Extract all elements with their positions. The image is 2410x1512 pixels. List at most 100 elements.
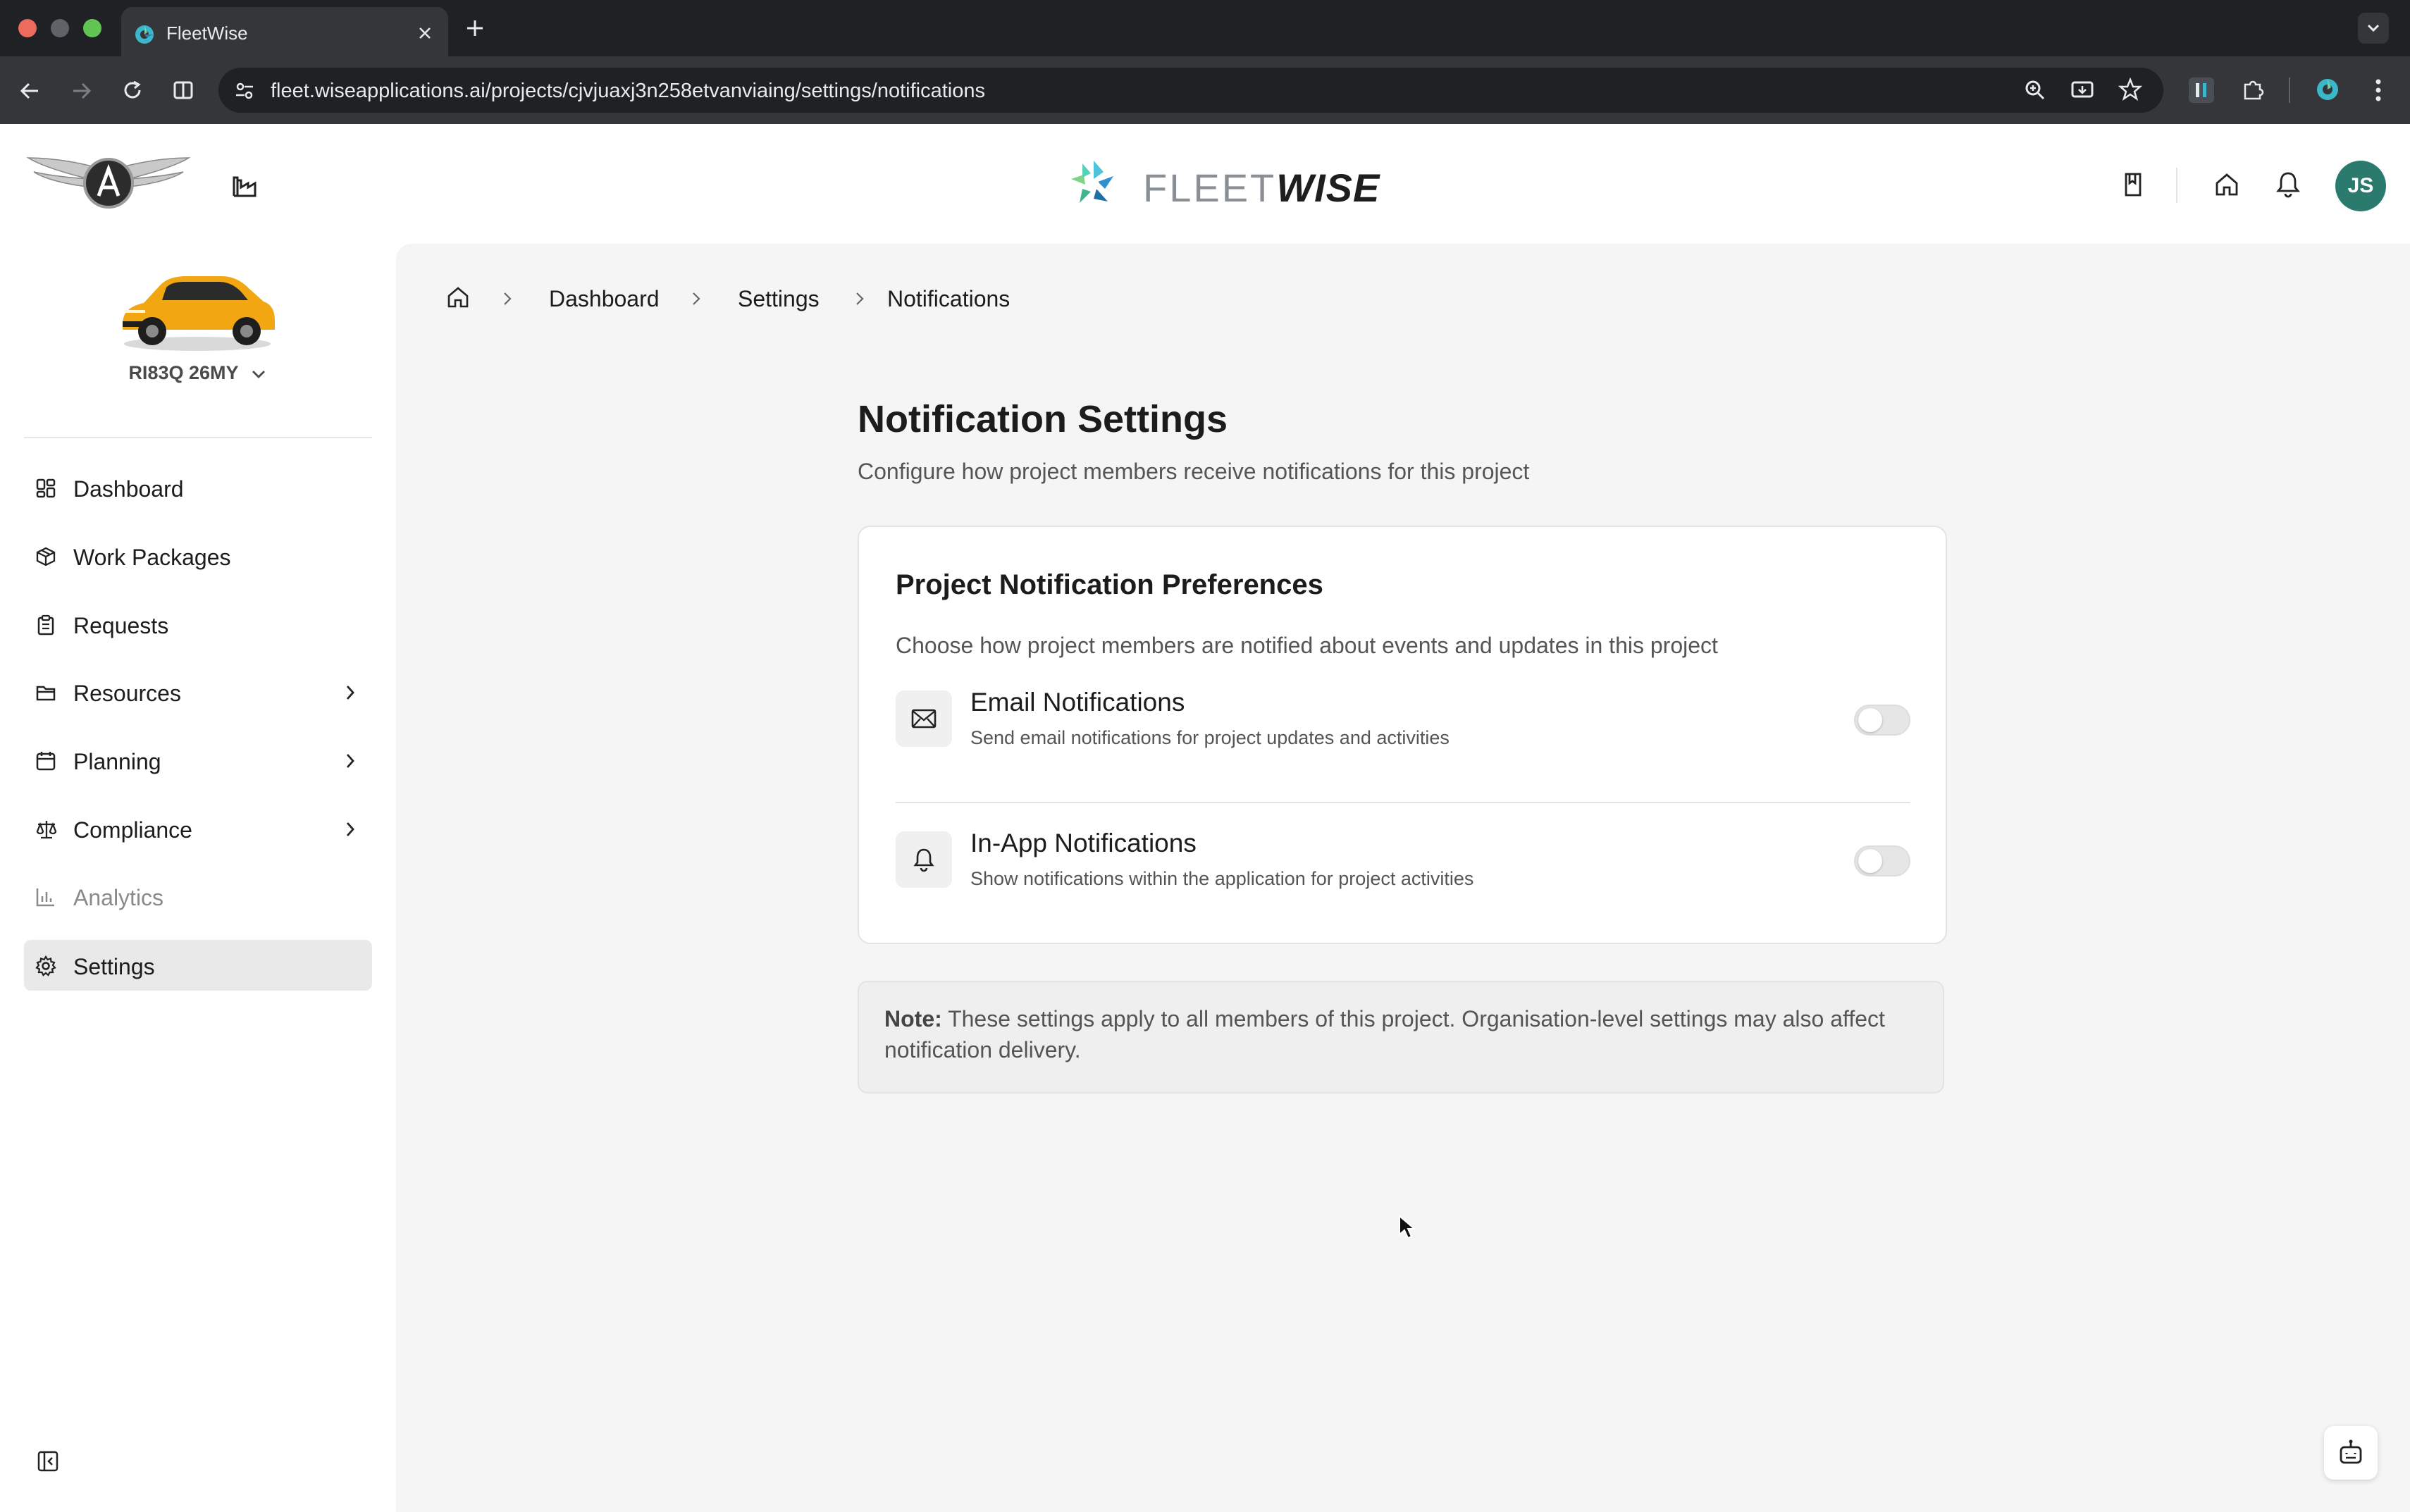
vehicle-name: RI83Q 26MY [128,362,239,383]
puzzle-extensions-icon[interactable] [2241,78,2265,101]
sidebar-item-label: Analytics [73,885,164,910]
note-label: Note: [884,1006,942,1031]
profile-fleetwise-icon[interactable] [2316,78,2340,101]
toggle-knob [1858,849,1882,873]
winged-a-logo[interactable] [25,151,192,214]
note-box: Note: These settings apply to all member… [858,981,1944,1093]
back-arrow-icon[interactable] [18,80,41,101]
dashboard-icon [36,478,56,498]
address-bar[interactable]: fleet.wiseapplications.ai/projects/cjvju… [218,68,2163,113]
sidebar-item-requests[interactable]: Requests [24,599,372,650]
main-content: Dashboard Settings Notifications Notific… [396,244,2410,1512]
assistant-bot-button[interactable] [2324,1426,2378,1480]
sidebar-item-analytics[interactable]: Analytics [24,871,372,922]
bell-icon-box [896,831,952,888]
sidebar-item-compliance[interactable]: Compliance [24,803,372,854]
sidebar-item-work-packages[interactable]: Work Packages [24,531,372,581]
factory-icon[interactable] [231,172,258,199]
chevron-right-icon [504,292,512,305]
extension-icon[interactable] [2189,78,2214,103]
bar-chart-icon [36,888,54,907]
site-settings-icon[interactable] [234,80,255,101]
note-body: These settings apply to all members of t… [884,1006,1885,1062]
email-notifications-toggle[interactable] [1854,705,1910,736]
bookmark-star-icon[interactable] [2118,78,2142,101]
fleetwise-favicon-icon [135,25,154,44]
collapse-sidebar-icon[interactable] [37,1450,59,1473]
book-icon[interactable] [2121,171,2145,199]
split-view-icon[interactable] [172,79,194,101]
sidebar-item-label: Dashboard [73,476,184,502]
package-icon [36,547,56,566]
user-avatar[interactable]: JS [2335,161,2386,211]
card-description: Choose how project members are notified … [896,633,1718,658]
browser-toolbar: fleet.wiseapplications.ai/projects/cjvju… [0,56,2410,124]
browser-tab-bar: FleetWise [0,0,2410,56]
sidebar-item-label: Settings [73,954,155,979]
sidebar-item-label: Compliance [73,817,192,843]
pref-title: Email Notifications [970,688,1185,717]
vehicle-selector[interactable]: RI83Q 26MY [0,362,395,384]
gear-icon [35,955,56,977]
card-title: Project Notification Preferences [896,569,1323,600]
mouse-cursor-icon [1399,1215,1416,1239]
sidebar-item-label: Planning [73,749,161,774]
home-icon[interactable] [2213,171,2241,199]
sidebar-item-dashboard[interactable]: Dashboard [24,462,372,513]
forward-arrow-icon[interactable] [70,80,93,101]
chevron-down-icon [2367,24,2380,32]
app-header: FLEETWISE JS [0,124,2410,244]
browser-menu-icon[interactable] [2368,78,2389,103]
bell-icon [913,848,934,872]
breadcrumb-dashboard[interactable]: Dashboard [549,286,660,312]
minimize-window-button[interactable] [51,19,69,37]
browser-tab[interactable]: FleetWise [121,7,448,56]
sidebar-divider [24,437,372,438]
reload-icon[interactable] [121,79,144,101]
sidebar-item-planning[interactable]: Planning [24,735,372,786]
in-app-notifications-row: In-App Notifications Show notifications … [896,824,1910,902]
sidebar-item-resources[interactable]: Resources [24,667,372,717]
sidebar: RI83Q 26MY Dashboard Work Packages Reque… [0,244,395,1512]
breadcrumb-home-icon[interactable] [445,285,471,310]
in-app-notifications-toggle[interactable] [1854,845,1910,876]
pref-description: Show notifications within the applicatio… [970,868,1474,889]
sidebar-item-label: Resources [73,681,181,706]
notifications-bell-icon[interactable] [2275,169,2301,199]
close-tab-icon[interactable] [417,25,433,41]
toggle-knob [1858,708,1882,732]
chevron-right-icon [693,292,700,305]
url-text: fleet.wiseapplications.ai/projects/cjvju… [271,80,985,102]
pref-title: In-App Notifications [970,829,1197,857]
chevron-right-icon [856,292,864,305]
calendar-icon [36,752,56,771]
clipboard-icon [37,614,54,636]
sidebar-item-label: Requests [73,613,169,638]
robot-icon [2340,1439,2362,1464]
breadcrumb-notifications: Notifications [887,286,1011,311]
install-app-icon[interactable] [2070,79,2094,101]
email-notifications-row: Email Notifications Send email notificat… [896,683,1910,761]
brand-bold-text: WISE [1276,166,1380,210]
pref-description: Send email notifications for project upd… [970,727,1450,748]
note-text: Note: These settings apply to all member… [884,1003,1920,1065]
mail-icon-box [896,690,952,747]
maximize-window-button[interactable] [83,19,101,37]
notification-preferences-card: Project Notification Preferences Choose … [858,526,1947,944]
close-window-button[interactable] [18,19,37,37]
mail-icon [911,709,937,729]
zoom-icon[interactable] [2024,79,2046,101]
fleetwise-logo-icon[interactable] [1068,158,1119,209]
new-tab-icon[interactable] [465,18,485,38]
page-subtitle: Configure how project members receive no… [858,459,1530,484]
tab-title: FleetWise [166,23,248,44]
tab-search-button[interactable] [2358,13,2389,44]
sidebar-item-settings[interactable]: Settings [24,940,372,991]
vehicle-image[interactable] [116,256,279,354]
brand-light-text: FLEET [1143,166,1277,210]
chevron-down-icon [252,370,265,378]
chevron-right-icon [346,686,354,700]
folder-icon [36,686,56,701]
fleetwise-wordmark[interactable]: FLEETWISE [1143,165,1380,211]
breadcrumb-settings[interactable]: Settings [738,286,820,312]
